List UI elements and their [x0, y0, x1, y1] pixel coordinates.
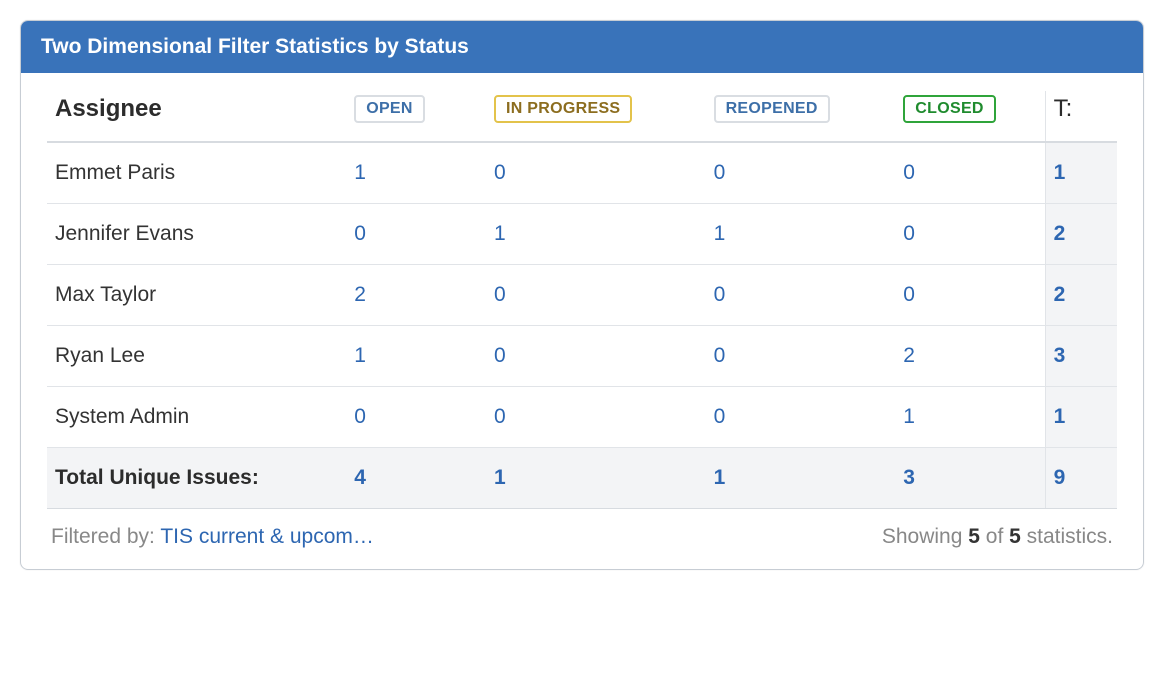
totals-count-cell: 3 — [895, 448, 1045, 509]
count-cell: 0 — [486, 387, 706, 448]
count-cell: 0 — [895, 204, 1045, 265]
row-total-link[interactable]: 3 — [1054, 344, 1066, 367]
count-cell: 1 — [346, 142, 486, 204]
count-cell: 0 — [346, 387, 486, 448]
count-link[interactable]: 1 — [354, 344, 366, 367]
column-header-in-progress[interactable]: IN PROGRESS — [486, 91, 706, 142]
count-link[interactable]: 0 — [903, 222, 915, 245]
count-cell: 0 — [486, 326, 706, 387]
count-cell: 1 — [895, 387, 1045, 448]
count-link[interactable]: 0 — [494, 344, 506, 367]
count-cell: 0 — [706, 265, 896, 326]
count-cell: 0 — [486, 265, 706, 326]
row-total-link[interactable]: 2 — [1054, 222, 1066, 245]
count-link[interactable]: 2 — [903, 344, 915, 367]
column-header-closed[interactable]: CLOSED — [895, 91, 1045, 142]
totals-count-cell: 1 — [706, 448, 896, 509]
column-header-assignee: Assignee — [47, 91, 346, 142]
table-row: Emmet Paris 1 0 0 0 1 — [47, 142, 1117, 204]
totals-count-link[interactable]: 3 — [903, 466, 915, 489]
filtered-by-label: Filtered by: — [51, 525, 160, 548]
count-cell: 1 — [706, 204, 896, 265]
row-total-cell: 3 — [1045, 326, 1117, 387]
statistics-table: Assignee OPEN IN PROGRESS REOPENED CLOSE… — [47, 91, 1117, 509]
assignee-name: System Admin — [47, 387, 346, 448]
count-link[interactable]: 0 — [903, 283, 915, 306]
showing-prefix: Showing — [882, 525, 968, 548]
status-lozenge-reopened: REOPENED — [714, 95, 830, 123]
gadget-title: Two Dimensional Filter Statistics by Sta… — [21, 21, 1143, 73]
assignee-name: Ryan Lee — [47, 326, 346, 387]
showing-of: of — [980, 525, 1009, 548]
row-total-link[interactable]: 1 — [1054, 405, 1066, 428]
table-row: System Admin 0 0 0 1 1 — [47, 387, 1117, 448]
filter-link[interactable]: TIS current & upcom… — [160, 525, 374, 548]
row-total-cell: 2 — [1045, 204, 1117, 265]
column-header-open[interactable]: OPEN — [346, 91, 486, 142]
count-cell: 1 — [346, 326, 486, 387]
filter-statistics-gadget: Two Dimensional Filter Statistics by Sta… — [20, 20, 1144, 570]
assignee-name: Max Taylor — [47, 265, 346, 326]
count-cell: 0 — [706, 326, 896, 387]
showing-count: 5 — [968, 525, 980, 548]
count-link[interactable]: 1 — [354, 161, 366, 184]
column-header-total: T: — [1045, 91, 1117, 142]
assignee-name: Emmet Paris — [47, 142, 346, 204]
count-link[interactable]: 0 — [714, 161, 726, 184]
count-link[interactable]: 0 — [714, 405, 726, 428]
count-link[interactable]: 1 — [714, 222, 726, 245]
totals-label: Total Unique Issues: — [47, 448, 346, 509]
count-cell: 0 — [486, 142, 706, 204]
count-cell: 2 — [895, 326, 1045, 387]
totals-count-link[interactable]: 4 — [354, 466, 366, 489]
count-link[interactable]: 1 — [903, 405, 915, 428]
row-total-link[interactable]: 1 — [1054, 161, 1066, 184]
row-total-cell: 2 — [1045, 265, 1117, 326]
row-total-cell: 1 — [1045, 142, 1117, 204]
count-link[interactable]: 0 — [494, 283, 506, 306]
totals-count-cell: 1 — [486, 448, 706, 509]
showing-summary: Showing 5 of 5 statistics. — [882, 525, 1113, 549]
count-link[interactable]: 1 — [494, 222, 506, 245]
count-link[interactable]: 2 — [354, 283, 366, 306]
count-link[interactable]: 0 — [714, 344, 726, 367]
showing-total: 5 — [1009, 525, 1021, 548]
totals-count-cell: 4 — [346, 448, 486, 509]
row-total-cell: 1 — [1045, 387, 1117, 448]
count-cell: 1 — [486, 204, 706, 265]
column-header-reopened[interactable]: REOPENED — [706, 91, 896, 142]
showing-suffix: statistics. — [1021, 525, 1113, 548]
status-lozenge-open: OPEN — [354, 95, 425, 123]
grand-total-cell: 9 — [1045, 448, 1117, 509]
count-cell: 0 — [706, 387, 896, 448]
gadget-footer: Filtered by: TIS current & upcom… Showin… — [47, 509, 1117, 551]
count-link[interactable]: 0 — [714, 283, 726, 306]
count-cell: 0 — [895, 265, 1045, 326]
assignee-name: Jennifer Evans — [47, 204, 346, 265]
count-cell: 0 — [706, 142, 896, 204]
count-cell: 0 — [895, 142, 1045, 204]
row-total-link[interactable]: 2 — [1054, 283, 1066, 306]
count-link[interactable]: 0 — [494, 161, 506, 184]
count-link[interactable]: 0 — [903, 161, 915, 184]
status-lozenge-in-progress: IN PROGRESS — [494, 95, 632, 123]
table-row: Max Taylor 2 0 0 0 2 — [47, 265, 1117, 326]
grand-total-link[interactable]: 9 — [1054, 466, 1066, 489]
count-link[interactable]: 0 — [354, 405, 366, 428]
totals-count-link[interactable]: 1 — [714, 466, 726, 489]
totals-row: Total Unique Issues: 4 1 1 3 9 — [47, 448, 1117, 509]
table-row: Ryan Lee 1 0 0 2 3 — [47, 326, 1117, 387]
count-cell: 2 — [346, 265, 486, 326]
status-lozenge-closed: CLOSED — [903, 95, 995, 123]
table-row: Jennifer Evans 0 1 1 0 2 — [47, 204, 1117, 265]
filtered-by: Filtered by: TIS current & upcom… — [51, 525, 374, 549]
count-link[interactable]: 0 — [354, 222, 366, 245]
totals-count-link[interactable]: 1 — [494, 466, 506, 489]
count-cell: 0 — [346, 204, 486, 265]
gadget-body: Assignee OPEN IN PROGRESS REOPENED CLOSE… — [21, 73, 1143, 569]
table-header-row: Assignee OPEN IN PROGRESS REOPENED CLOSE… — [47, 91, 1117, 142]
count-link[interactable]: 0 — [494, 405, 506, 428]
